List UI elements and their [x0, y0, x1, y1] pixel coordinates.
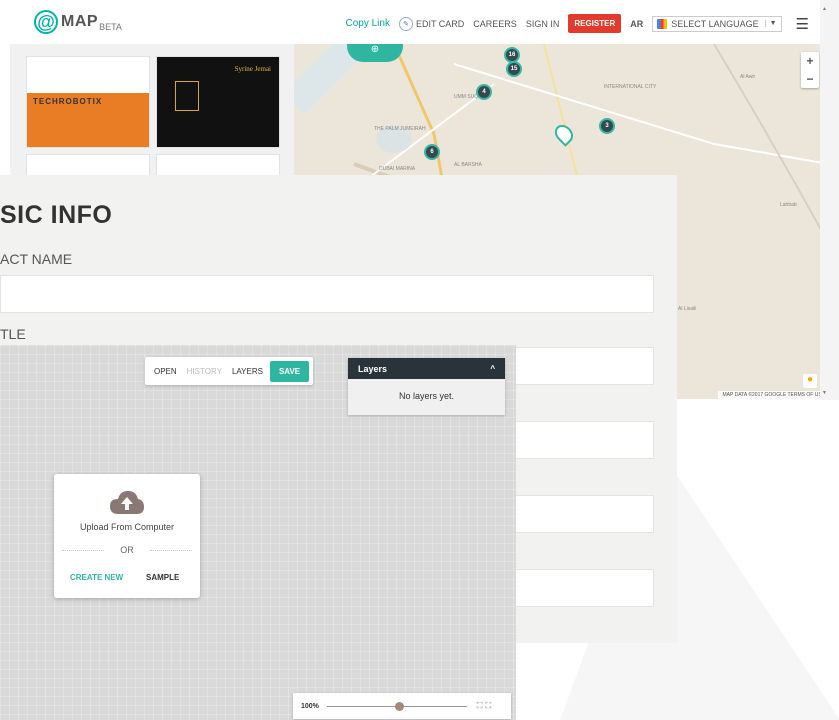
map-footer: MAP DATA ©2017 GOOGLE TERMS OF USE — [718, 391, 829, 399]
arabic-language-link[interactable]: AR — [630, 19, 643, 29]
zoom-out-button[interactable]: − — [801, 70, 819, 88]
hamburger-icon[interactable]: ☰ — [796, 15, 809, 33]
upload-dialog: Upload From Computer OR CREATE NEW SAMPL… — [54, 474, 200, 598]
logo[interactable]: @ MAP BETA — [34, 10, 122, 34]
map-label: THE PALM JUMEIRAH — [374, 126, 426, 132]
card-header — [27, 57, 149, 93]
edit-card-link[interactable]: ✎ EDIT CARD — [398, 16, 465, 31]
layers-panel-title: Layers — [358, 363, 388, 374]
form-input[interactable] — [514, 495, 654, 533]
contact-name-input[interactable] — [0, 275, 654, 313]
scroll-down-icon[interactable]: ▼ — [822, 390, 827, 396]
top-navbar: @ MAP BETA Copy Link ✎ EDIT CARD CAREERS… — [0, 0, 839, 48]
zoom-in-button[interactable]: + — [801, 52, 819, 70]
google-translate-icon — [657, 18, 668, 29]
zoom-search-icon: ⊕ — [370, 44, 380, 55]
zoom-level: 100% — [301, 702, 319, 710]
edit-card-label: EDIT CARD — [415, 18, 465, 29]
layers-panel-header[interactable]: Layers ^ — [348, 358, 505, 379]
create-new-button[interactable]: CREATE NEW — [70, 573, 123, 582]
business-card[interactable]: TECHROBOTIX — [26, 56, 150, 148]
nav-links: Copy Link ✎ EDIT CARD CAREERS SIGN IN RE… — [336, 14, 809, 33]
register-button[interactable]: REGISTER — [568, 14, 622, 33]
page-scrollbar[interactable] — [820, 0, 839, 400]
chevron-down-icon: ▼ — [764, 20, 777, 27]
casa-logo-icon — [175, 81, 199, 111]
scroll-up-icon[interactable]: ▲ — [822, 6, 827, 12]
map-cluster[interactable]: 15 — [506, 61, 522, 77]
map-cluster[interactable]: 4 — [476, 84, 492, 100]
map-zoom-controls: + − — [801, 52, 819, 88]
map-label: DUBAI MARINA — [379, 166, 416, 172]
form-input[interactable] — [514, 569, 654, 607]
language-select[interactable]: SELECT LANGUAGE ▼ — [652, 15, 782, 32]
street-view-icon[interactable]: ● — [803, 374, 817, 388]
layers-button[interactable]: LAYERS — [227, 367, 268, 376]
chevron-up-icon[interactable]: ^ — [490, 364, 495, 373]
map-cluster[interactable]: 3 — [599, 118, 615, 134]
map-label: INTERNATIONAL CITY — [604, 84, 657, 90]
card-editor-canvas[interactable]: OPEN HISTORY LAYERS SAVE Layers ^ No lay… — [0, 345, 516, 720]
contact-name-label: ACT NAME — [0, 251, 73, 267]
logo-beta: BETA — [99, 22, 122, 32]
map-cluster[interactable]: 6 — [424, 144, 440, 160]
open-button[interactable]: OPEN — [149, 367, 182, 376]
title-label: TLE — [0, 326, 26, 342]
map-label: Al Awir — [740, 74, 756, 80]
business-card[interactable]: Syrine Jemai — [156, 56, 280, 148]
edit-icon: ✎ — [398, 16, 413, 31]
logo-at-icon: @ — [34, 10, 58, 34]
zoom-bar: 100% ⛶⛶ — [293, 693, 511, 719]
careers-link[interactable]: CAREERS — [473, 19, 517, 29]
divider — [150, 550, 192, 551]
card-brand: TECHROBOTIX — [33, 97, 103, 106]
cloud-upload-icon[interactable] — [109, 488, 145, 516]
language-select-label: SELECT LANGUAGE — [671, 18, 759, 29]
layers-empty-message: No layers yet. — [398, 391, 455, 401]
zoom-slider-thumb[interactable] — [395, 701, 405, 711]
page-title: SIC INFO — [0, 201, 113, 229]
layers-panel: Layers ^ No layers yet. — [348, 358, 505, 415]
sign-in-link[interactable]: SIGN IN — [526, 19, 560, 29]
map-label: Lahbab — [780, 202, 797, 208]
map-label: Al Lisaili — [678, 306, 697, 312]
zoom-slider[interactable] — [326, 701, 467, 711]
logo-text: MAP — [61, 13, 99, 30]
editor-toolbar: OPEN HISTORY LAYERS SAVE — [145, 357, 314, 385]
upload-from-computer[interactable]: Upload From Computer — [54, 522, 200, 532]
history-button[interactable]: HISTORY — [182, 367, 227, 376]
map-search-button[interactable]: ⊕ — [347, 44, 403, 62]
sample-button[interactable]: SAMPLE — [146, 573, 179, 582]
business-cards-grid: TECHROBOTIX Syrine Jemai — [10, 44, 294, 184]
form-input[interactable] — [514, 421, 654, 459]
fullscreen-icon[interactable]: ⛶⛶ — [477, 701, 494, 711]
card-person-name: Syrine Jemai — [234, 65, 271, 73]
save-button[interactable]: SAVE — [269, 360, 310, 382]
map-label: AL BARSHA — [454, 162, 482, 168]
copy-link[interactable]: Copy Link — [345, 18, 389, 29]
title-input[interactable] — [514, 347, 654, 385]
